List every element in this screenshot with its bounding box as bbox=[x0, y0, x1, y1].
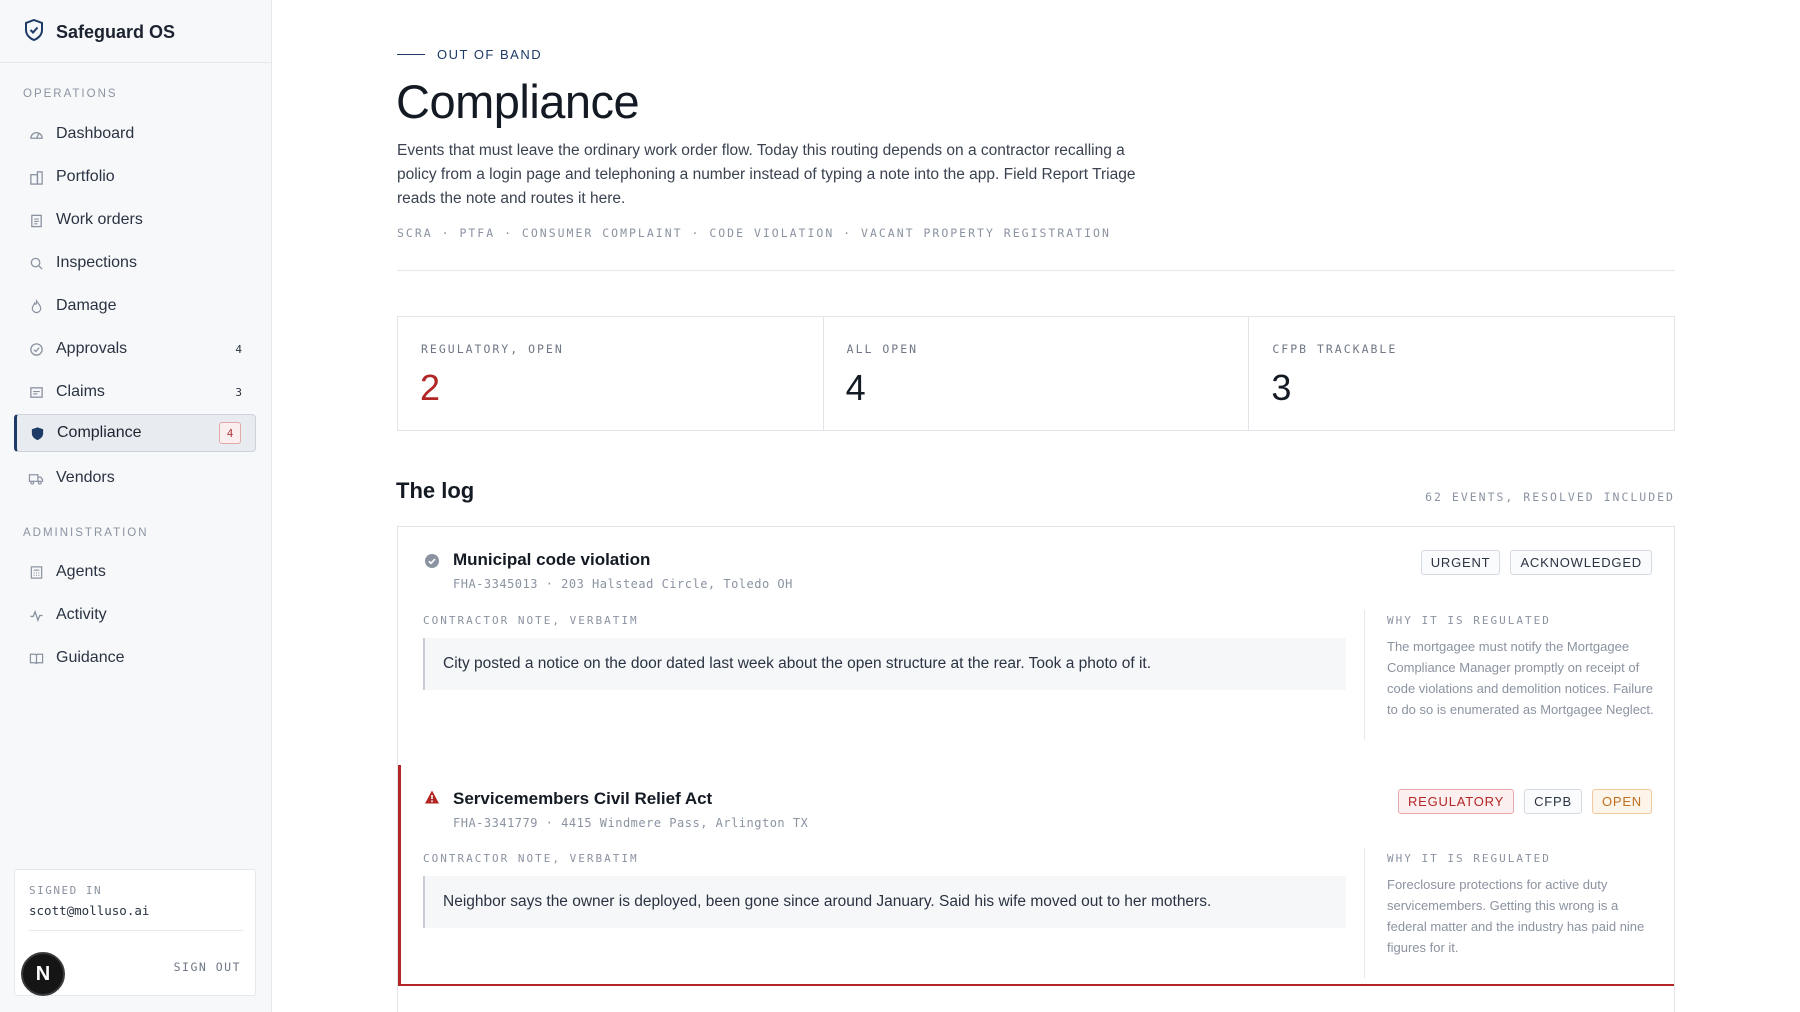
compliance-count-badge: 4 bbox=[219, 422, 241, 444]
sidebar-item-label: Damage bbox=[56, 297, 117, 314]
approvals-count: 4 bbox=[235, 342, 242, 356]
building-icon bbox=[28, 169, 44, 185]
entry-ref: FHA-3341779 · 4415 Windmere Pass, Arling… bbox=[453, 816, 809, 830]
avatar[interactable]: N bbox=[21, 952, 65, 996]
stat-value: 3 bbox=[1271, 367, 1292, 408]
truck-icon bbox=[28, 470, 44, 486]
sidebar-item-label: Guidance bbox=[56, 649, 125, 666]
page-intro: Events that must leave the ordinary work… bbox=[397, 142, 1136, 207]
badge-open: OPEN bbox=[1591, 789, 1652, 814]
stat-value: 4 bbox=[845, 367, 866, 408]
sidebar-item-label: Work orders bbox=[56, 211, 143, 228]
log-entry[interactable]: Servicemembers Civil Relief Act FHA-3341… bbox=[398, 765, 1674, 985]
section-label-operations: OPERATIONS bbox=[23, 88, 118, 100]
eyebrow-line bbox=[397, 54, 425, 55]
sidebar-item-label: Vendors bbox=[56, 469, 115, 486]
stat-regulatory-open: REGULATORY, OPEN 2 bbox=[398, 317, 824, 430]
sidebar-item-label: Activity bbox=[56, 606, 107, 623]
sidebar-item-label: Inspections bbox=[56, 254, 137, 271]
note-label: CONTRACTOR NOTE, VERBATIM bbox=[423, 614, 639, 627]
sidebar: Safeguard OS OPERATIONS Dashboard Portfo… bbox=[0, 0, 272, 1012]
warning-icon bbox=[424, 789, 440, 805]
contractor-note: City posted a notice on the door dated l… bbox=[423, 638, 1346, 690]
eyebrow-text: OUT OF BAND bbox=[437, 47, 543, 62]
section-label-administration: ADMINISTRATION bbox=[23, 527, 149, 539]
stat-cfpb-trackable: CFPB TRACKABLE 3 bbox=[1249, 317, 1674, 430]
calculator-icon bbox=[28, 564, 44, 580]
inbox-icon bbox=[28, 384, 44, 400]
sign-out-button[interactable]: SIGN OUT bbox=[174, 960, 241, 974]
activity-icon bbox=[28, 607, 44, 623]
clipboard-icon bbox=[28, 212, 44, 228]
app-name: Safeguard OS bbox=[56, 21, 176, 42]
shield-icon bbox=[29, 425, 45, 441]
note-label: CONTRACTOR NOTE, VERBATIM bbox=[423, 852, 639, 865]
sidebar-item-activity[interactable]: Activity bbox=[14, 596, 256, 634]
entry-separator bbox=[1364, 610, 1365, 740]
sidebar-item-portfolio[interactable]: Portfolio bbox=[14, 158, 256, 196]
why-text: The mortgagee must notify the Mortgagee … bbox=[1387, 639, 1654, 717]
sidebar-item-damage[interactable]: Damage bbox=[14, 287, 256, 325]
header-divider bbox=[397, 270, 1675, 271]
page-title: Compliance bbox=[396, 75, 640, 128]
why-label: WHY IT IS REGULATED bbox=[1387, 614, 1551, 627]
search-icon bbox=[28, 255, 44, 271]
entry-badges: URGENT ACKNOWLEDGED bbox=[1420, 550, 1652, 575]
sidebar-item-vendors[interactable]: Vendors bbox=[14, 459, 256, 497]
stat-label: CFPB TRACKABLE bbox=[1272, 342, 1398, 356]
gauge-icon bbox=[28, 126, 44, 142]
stat-value: 2 bbox=[420, 367, 441, 408]
sidebar-item-label: Agents bbox=[56, 563, 106, 580]
sidebar-item-label: Dashboard bbox=[56, 125, 135, 142]
entry-badges: REGULATORY CFPB OPEN bbox=[1397, 789, 1652, 814]
sidebar-item-work-orders[interactable]: Work orders bbox=[14, 201, 256, 239]
stat-label: ALL OPEN bbox=[846, 342, 919, 356]
shield-logo-icon bbox=[24, 18, 44, 46]
badge-acknowledged: ACKNOWLEDGED bbox=[1510, 550, 1652, 575]
eyebrow: OUT OF BAND bbox=[397, 47, 542, 62]
sidebar-item-agents[interactable]: Agents bbox=[14, 553, 256, 591]
check-circle-icon bbox=[28, 341, 44, 357]
event-log: Municipal code violation FHA-3345013 · 2… bbox=[397, 526, 1675, 1012]
entry-title: Municipal code violation bbox=[453, 550, 651, 569]
sidebar-item-compliance[interactable]: Compliance 4 bbox=[14, 414, 256, 452]
regulation-tags: SCRA · PTFA · CONSUMER COMPLAINT · CODE … bbox=[397, 226, 1111, 240]
flame-icon bbox=[28, 298, 44, 314]
why-text: Foreclosure protections for active duty … bbox=[1387, 877, 1645, 955]
badge-regulatory: REGULATORY bbox=[1397, 789, 1515, 814]
badge-urgent: URGENT bbox=[1420, 550, 1501, 575]
stat-all-open: ALL OPEN 4 bbox=[824, 317, 1250, 430]
sidebar-item-claims[interactable]: Claims 3 bbox=[14, 373, 256, 411]
resolved-check-icon bbox=[424, 553, 440, 569]
sidebar-item-guidance[interactable]: Guidance bbox=[14, 639, 256, 677]
log-title: The log bbox=[396, 478, 475, 503]
sidebar-item-approvals[interactable]: Approvals 4 bbox=[14, 330, 256, 368]
badge-cfpb: CFPB bbox=[1524, 789, 1582, 814]
stats-row: REGULATORY, OPEN 2 ALL OPEN 4 CFPB TRACK… bbox=[397, 316, 1675, 431]
entry-ref: FHA-3345013 · 203 Halstead Circle, Toled… bbox=[453, 577, 793, 591]
brand-divider bbox=[0, 62, 271, 63]
sidebar-item-label: Claims bbox=[56, 383, 105, 400]
sidebar-item-label: Compliance bbox=[57, 424, 142, 441]
why-label: WHY IT IS REGULATED bbox=[1387, 852, 1551, 865]
entry-title: Servicemembers Civil Relief Act bbox=[453, 789, 713, 808]
sidebar-item-label: Portfolio bbox=[56, 168, 115, 185]
log-meta: 62 EVENTS, RESOLVED INCLUDED bbox=[1425, 490, 1675, 504]
entry-separator bbox=[1364, 848, 1365, 978]
contractor-note: Neighbor says the owner is deployed, bee… bbox=[423, 876, 1346, 928]
signin-divider bbox=[29, 930, 243, 931]
sidebar-item-label: Approvals bbox=[56, 340, 128, 357]
log-entry[interactable]: Municipal code violation FHA-3345013 · 2… bbox=[398, 527, 1674, 765]
stat-label: REGULATORY, OPEN bbox=[421, 342, 564, 356]
next-entry-divider bbox=[398, 984, 1674, 986]
claims-count: 3 bbox=[235, 385, 242, 399]
book-icon bbox=[28, 650, 44, 666]
sidebar-item-dashboard[interactable]: Dashboard bbox=[14, 115, 256, 153]
signin-label: SIGNED IN bbox=[29, 884, 103, 897]
brand[interactable]: Safeguard OS bbox=[24, 18, 175, 46]
signin-email: scott@molluso.ai bbox=[29, 903, 150, 918]
sidebar-item-inspections[interactable]: Inspections bbox=[14, 244, 256, 282]
